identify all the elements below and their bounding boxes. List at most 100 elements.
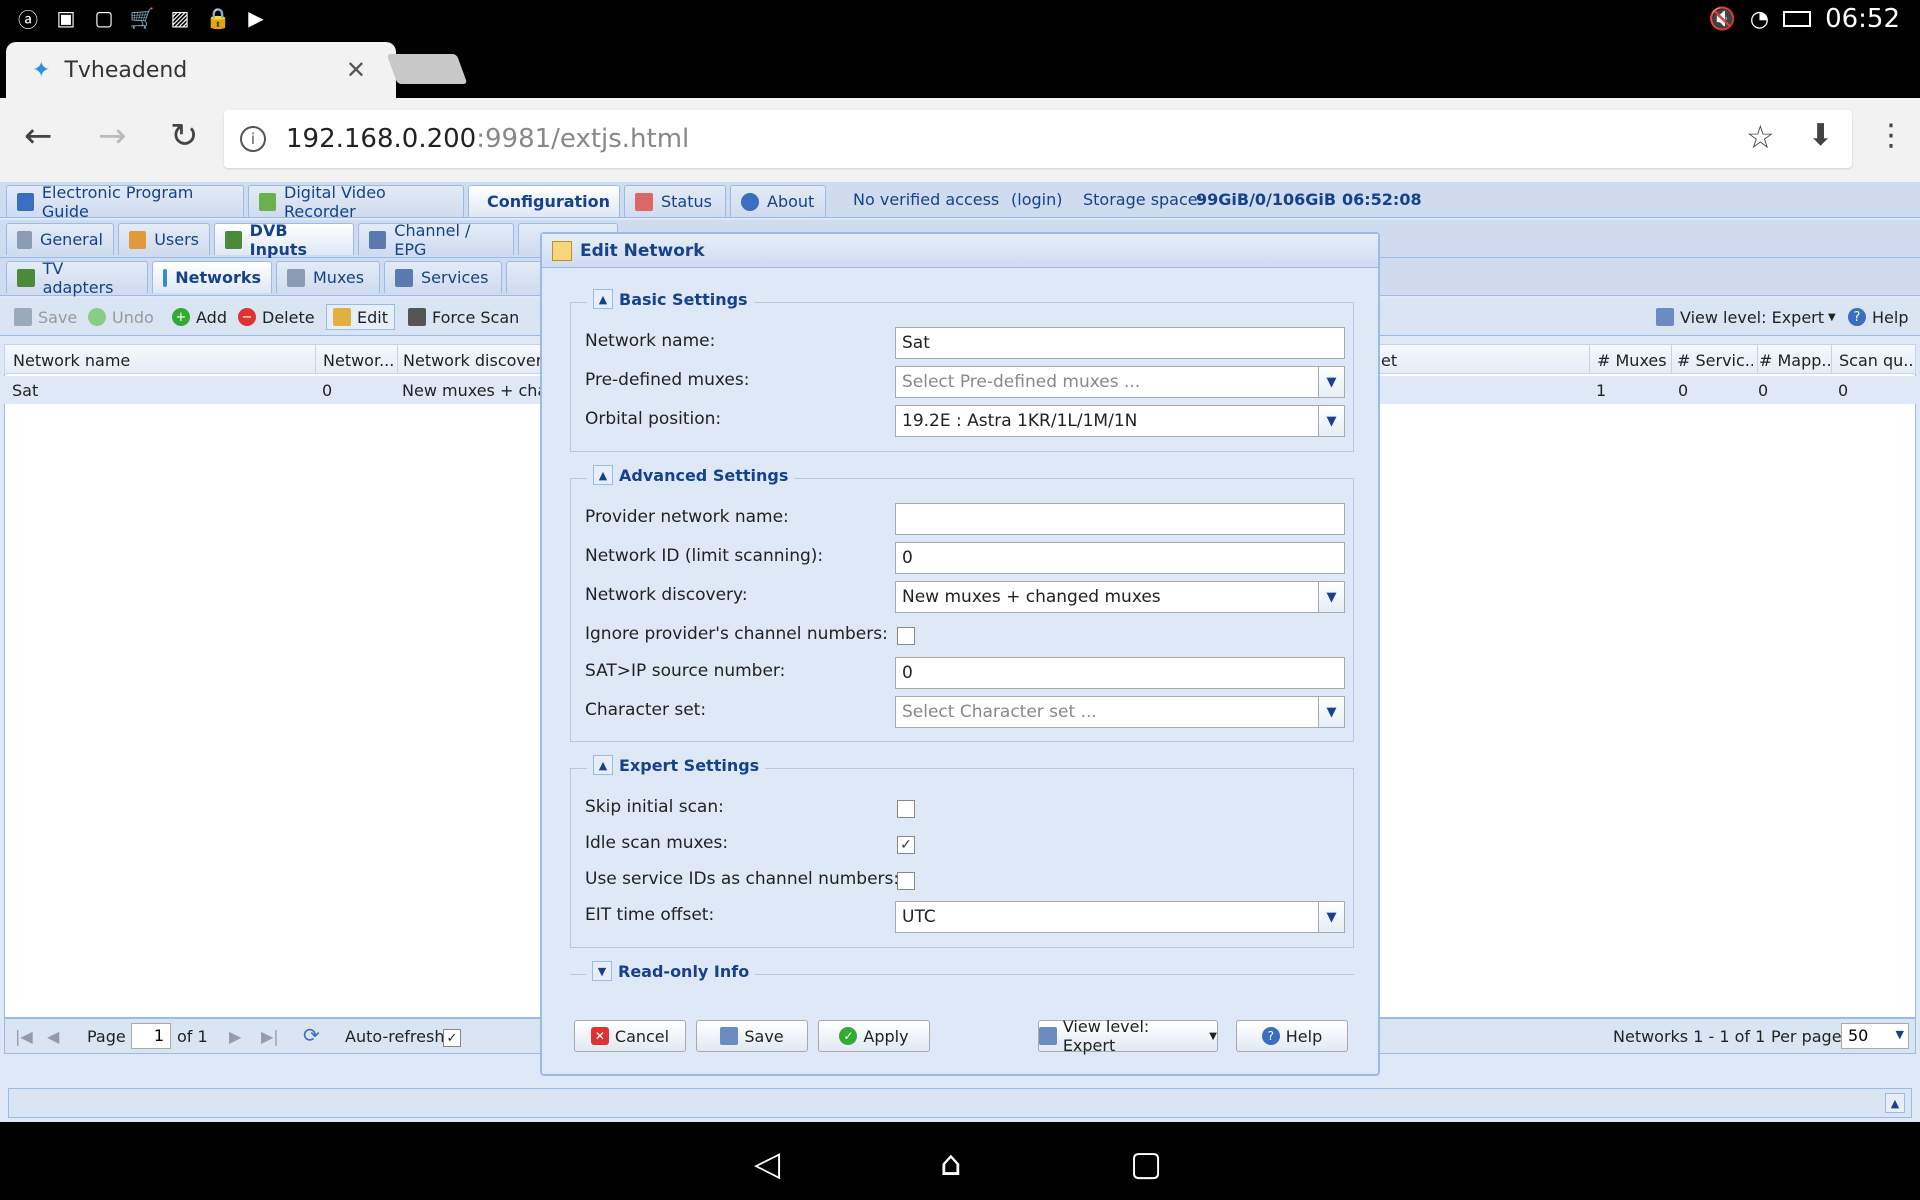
orbital-position-select[interactable]: 19.2E : Astra 1KR/1L/1M/1N ▼ xyxy=(895,405,1345,437)
delete-button[interactable]: − Delete xyxy=(232,304,321,330)
tab-general[interactable]: General xyxy=(6,223,114,255)
collapse-icon[interactable]: ▲ xyxy=(593,465,613,485)
tab-dvb-inputs[interactable]: DVB Inputs xyxy=(214,221,354,259)
skip-initial-scan-checkbox[interactable] xyxy=(897,800,915,818)
provider-network-name-label: Provider network name: xyxy=(585,507,789,527)
dvr-download-icon xyxy=(259,192,277,211)
collapse-up-icon[interactable]: ▲ xyxy=(1885,1093,1905,1113)
cell-services: 0 xyxy=(1678,381,1689,400)
next-page-icon[interactable]: ▶ xyxy=(229,1027,241,1046)
tab-tv-adapters[interactable]: TV adapters xyxy=(6,259,148,297)
back-nav-icon[interactable]: ◁ xyxy=(754,1144,780,1184)
help-button[interactable]: ? Help xyxy=(1236,1020,1348,1052)
view-level-dropdown[interactable]: View level: Expert ▼ xyxy=(1650,304,1842,330)
refresh-icon[interactable]: ⟳ xyxy=(303,1023,320,1047)
save-button[interactable]: Save xyxy=(8,304,83,330)
cell-network-discovery: New muxes + char xyxy=(402,381,542,400)
tab-muxes[interactable]: Muxes xyxy=(276,261,380,293)
network-name-input[interactable]: Sat xyxy=(895,327,1345,359)
apply-button[interactable]: ✓ Apply xyxy=(818,1020,930,1052)
chevron-down-icon[interactable]: ▼ xyxy=(1318,582,1344,612)
tab-about[interactable]: About xyxy=(730,185,826,217)
home-nav-icon[interactable]: ⌂ xyxy=(940,1144,962,1184)
services-icon xyxy=(395,268,413,287)
col-charset[interactable]: et xyxy=(1381,351,1441,370)
cell-muxes: 1 xyxy=(1596,381,1607,400)
menu-icon[interactable]: ⋮ xyxy=(1876,118,1906,153)
col-scan-queue[interactable]: Scan qu... xyxy=(1839,351,1913,370)
expert-settings-legend[interactable]: ▲ Expert Settings xyxy=(587,755,766,775)
add-button[interactable]: + Add xyxy=(166,304,233,330)
battery-icon xyxy=(1783,11,1812,27)
dialog-header[interactable]: Edit Network xyxy=(542,234,1378,268)
network-discovery-label: Network discovery: xyxy=(585,585,748,605)
readonly-info-legend[interactable]: ▼ Read-only Info xyxy=(586,961,756,981)
reload-icon[interactable]: ↻ xyxy=(170,116,199,156)
bookmark-star-icon[interactable]: ☆ xyxy=(1746,118,1775,156)
eit-time-offset-select[interactable]: UTC ▼ xyxy=(895,901,1345,933)
page-input[interactable]: 1 xyxy=(131,1023,171,1049)
edit-button[interactable]: Edit xyxy=(326,304,395,330)
adapter-icon xyxy=(17,268,35,287)
cancel-button[interactable]: ✕ Cancel xyxy=(574,1020,686,1052)
col-network-id[interactable]: Networ... xyxy=(323,351,393,370)
network-id-input[interactable]: 0 xyxy=(895,542,1345,574)
chevron-down-icon[interactable]: ▼ xyxy=(1318,697,1344,727)
save-button[interactable]: Save xyxy=(696,1020,808,1052)
first-page-icon[interactable]: |◀ xyxy=(15,1027,33,1046)
new-tab-button[interactable] xyxy=(386,54,468,84)
character-set-select[interactable]: Select Character set ... ▼ xyxy=(895,696,1345,728)
col-muxes[interactable]: # Muxes xyxy=(1597,351,1669,370)
col-mapped[interactable]: # Mapp... xyxy=(1759,351,1831,370)
close-icon[interactable]: ✕ xyxy=(346,56,366,84)
prev-page-icon[interactable]: ◀ xyxy=(47,1027,59,1046)
tab-dvr[interactable]: Digital Video Recorder xyxy=(248,183,464,221)
recents-nav-icon[interactable]: ▢ xyxy=(1130,1144,1162,1184)
login-link[interactable]: (login) xyxy=(1011,190,1062,209)
chevron-down-icon[interactable]: ▼ xyxy=(1318,902,1344,932)
view-level-dropdown[interactable]: View level: Expert ▼ xyxy=(1038,1017,1218,1055)
network-discovery-select[interactable]: New muxes + changed muxes ▼ xyxy=(895,581,1345,613)
collapse-icon[interactable]: ▲ xyxy=(593,755,613,775)
undo-icon xyxy=(88,308,106,326)
advanced-settings-legend[interactable]: ▲ Advanced Settings xyxy=(587,465,795,485)
mute-icon: 🔇 xyxy=(1708,6,1736,32)
tab-services[interactable]: Services xyxy=(384,261,502,293)
col-network-discovery[interactable]: Network discovery xyxy=(403,351,553,370)
col-network-name[interactable]: Network name xyxy=(13,351,313,370)
force-scan-button[interactable]: Force Scan xyxy=(402,304,525,330)
undo-button[interactable]: Undo xyxy=(82,304,160,330)
forward-icon[interactable]: → xyxy=(98,116,127,156)
per-page-select[interactable]: 50 ▼ xyxy=(1841,1023,1909,1049)
satip-source-input[interactable]: 0 xyxy=(895,657,1345,689)
tab-networks[interactable]: Networks xyxy=(152,261,272,293)
predefined-muxes-select[interactable]: Select Pre-defined muxes ... ▼ xyxy=(895,366,1345,398)
tab-users[interactable]: Users xyxy=(118,223,210,255)
chevron-down-icon[interactable]: ▼ xyxy=(1318,406,1344,436)
back-icon[interactable]: ← xyxy=(24,116,53,156)
chevron-down-icon[interactable]: ▼ xyxy=(1318,367,1344,397)
bottom-status-bar: ▲ xyxy=(8,1088,1912,1118)
auto-refresh-checkbox[interactable]: ✓ xyxy=(443,1029,461,1047)
url-host: 192.168.0.200 xyxy=(286,124,477,154)
browser-tab[interactable]: ✦ Tvheadend ✕ xyxy=(6,42,396,98)
provider-network-name-input[interactable] xyxy=(895,503,1345,535)
tab-epg[interactable]: Electronic Program Guide xyxy=(6,183,244,221)
basic-settings-legend[interactable]: ▲ Basic Settings xyxy=(587,289,754,309)
download-icon[interactable]: ⬇ xyxy=(1808,118,1833,153)
tab-channel-epg[interactable]: Channel / EPG xyxy=(358,221,514,259)
lock-icon: 🔒 xyxy=(205,6,231,30)
address-bar[interactable]: i 192.168.0.200:9981/extjs.html xyxy=(224,110,1852,168)
last-page-icon[interactable]: ▶| xyxy=(261,1027,279,1046)
tab-status[interactable]: Status xyxy=(624,185,726,217)
info-icon[interactable]: i xyxy=(240,126,266,152)
expand-icon[interactable]: ▼ xyxy=(592,961,612,981)
service-ids-checkbox[interactable] xyxy=(897,872,915,890)
help-button[interactable]: ? Help xyxy=(1842,304,1914,330)
collapse-icon[interactable]: ▲ xyxy=(593,289,613,309)
server-clock: 06:52:08 xyxy=(1342,190,1422,209)
idle-scan-muxes-checkbox[interactable]: ✓ xyxy=(897,836,915,854)
tab-configuration[interactable]: Configuration xyxy=(468,185,620,217)
col-services[interactable]: # Servic... xyxy=(1677,351,1753,370)
ignore-channel-numbers-checkbox[interactable] xyxy=(897,627,915,645)
